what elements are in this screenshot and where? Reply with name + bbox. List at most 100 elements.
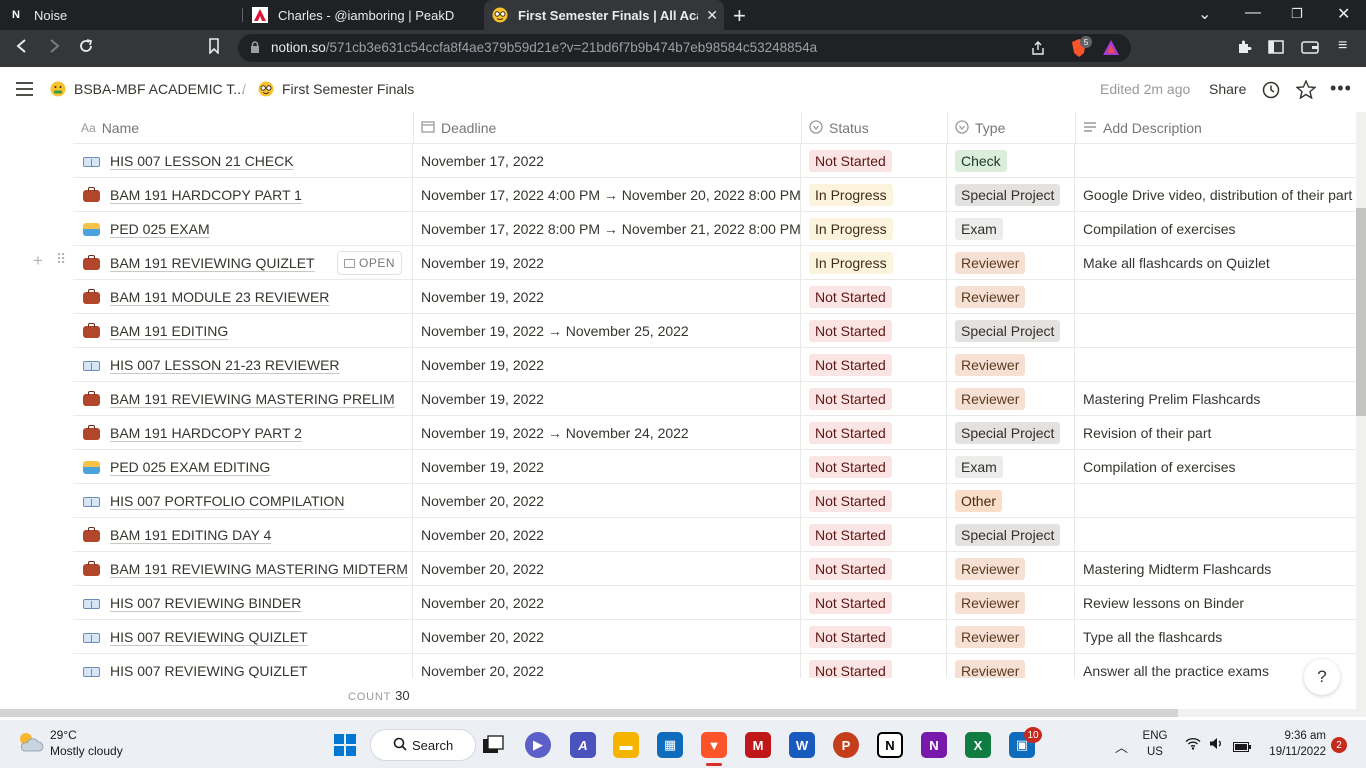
cell-deadline[interactable]: November 20, 2022 <box>413 518 801 552</box>
file-explorer-icon[interactable]: ▬ <box>613 732 639 758</box>
cell-type[interactable]: Special Project <box>947 314 1075 348</box>
row-name[interactable]: HIS 007 REVIEWING QUIZLET <box>110 629 308 645</box>
cell-status[interactable]: In Progress <box>801 212 947 246</box>
weather-description[interactable]: Mostly cloudy <box>50 744 123 758</box>
vertical-scrollbar-thumb[interactable] <box>1356 208 1366 416</box>
cell-description[interactable]: Type all the flashcards <box>1075 620 1366 654</box>
cell-deadline[interactable]: November 19, 2022 <box>413 348 801 382</box>
new-tab-button[interactable]: + <box>733 3 746 29</box>
cell-type[interactable]: Reviewer <box>947 552 1075 586</box>
bookmark-icon[interactable] <box>208 38 220 59</box>
table-row[interactable]: HIS 007 PORTFOLIO COMPILATION November 20… <box>73 484 1366 518</box>
windows-start-icon[interactable] <box>332 732 358 758</box>
cell-description[interactable] <box>1075 348 1366 382</box>
cell-status[interactable]: Not Started <box>801 518 947 552</box>
cell-description[interactable]: Compilation of exercises <box>1075 450 1366 484</box>
row-name[interactable]: PED 025 EXAM EDITING <box>110 459 270 475</box>
taskbar-search-button[interactable]: Search <box>370 729 476 761</box>
teams-chat-icon[interactable]: ▶ <box>525 732 551 758</box>
cell-name[interactable]: BAM 191 EDITING DAY 4 <box>73 518 413 552</box>
cell-deadline[interactable]: November 20, 2022 <box>413 620 801 654</box>
weather-cloudy-icon[interactable] <box>16 730 44 759</box>
cell-name[interactable]: HIS 007 REVIEWING QUIZLET <box>73 620 413 654</box>
cell-type[interactable]: Special Project <box>947 178 1075 212</box>
brave-browser-icon[interactable]: ▼ <box>701 732 727 758</box>
cell-type[interactable]: Check <box>947 144 1075 178</box>
cell-type[interactable]: Other <box>947 484 1075 518</box>
cell-name[interactable]: HIS 007 REVIEWING BINDER <box>73 586 413 620</box>
cell-description[interactable] <box>1075 484 1366 518</box>
extensions-icon[interactable] <box>1236 39 1252 59</box>
table-row[interactable]: BAM 191 HARDCOPY PART 1 November 17, 2022… <box>73 178 1366 212</box>
cell-deadline[interactable]: November 20, 2022 <box>413 484 801 518</box>
close-tab-icon[interactable]: ✕ <box>706 7 718 24</box>
cell-name[interactable]: HIS 007 LESSON 21 CHECK <box>73 144 413 178</box>
powerpoint-icon[interactable]: P <box>833 732 859 758</box>
cell-status[interactable]: Not Started <box>801 382 947 416</box>
cell-status[interactable]: Not Started <box>801 314 947 348</box>
open-row-button[interactable]: OPEN <box>337 251 403 275</box>
cell-name[interactable]: BAM 191 HARDCOPY PART 1 <box>73 178 413 212</box>
horizontal-scrollbar-thumb[interactable] <box>0 709 1178 717</box>
word-icon[interactable]: W <box>789 732 815 758</box>
cell-type[interactable]: Reviewer <box>947 620 1075 654</box>
cell-status[interactable]: Not Started <box>801 144 947 178</box>
cell-deadline[interactable]: November 20, 2022 <box>413 654 801 678</box>
cell-description[interactable]: Make all flashcards on Quizlet <box>1075 246 1366 280</box>
cell-description[interactable] <box>1075 144 1366 178</box>
table-row[interactable]: HIS 007 LESSON 21-23 REVIEWER November 19… <box>73 348 1366 382</box>
column-header-name[interactable]: Aa Name <box>73 112 139 144</box>
row-name[interactable]: HIS 007 PORTFOLIO COMPILATION <box>110 493 344 509</box>
show-hidden-icons-chevron-icon[interactable]: ︿ <box>1115 737 1128 756</box>
cell-description[interactable] <box>1075 314 1366 348</box>
cell-type[interactable]: Reviewer <box>947 280 1075 314</box>
table-row[interactable]: BAM 191 MODULE 23 REVIEWER November 19, 2… <box>73 280 1366 314</box>
favorite-star-icon[interactable] <box>1295 79 1317 104</box>
cell-name[interactable]: HIS 007 PORTFOLIO COMPILATION <box>73 484 413 518</box>
cell-status[interactable]: Not Started <box>801 552 947 586</box>
add-row-plus-icon[interactable]: + <box>33 251 43 271</box>
table-row[interactable]: BAM 191 HARDCOPY PART 2 November 19, 2022… <box>73 416 1366 450</box>
column-header-status[interactable]: Status <box>801 112 869 144</box>
volume-icon[interactable] <box>1209 737 1223 755</box>
language-region[interactable]: US <box>1140 746 1170 758</box>
cell-type[interactable]: Reviewer <box>947 348 1075 382</box>
tab-peakd[interactable]: Charles - @iamboring | PeakD <box>244 0 482 30</box>
notion-app-icon[interactable]: N <box>877 732 903 758</box>
brave-rewards-icon[interactable] <box>1102 39 1120 61</box>
table-row[interactable]: BAM 191 REVIEWING MASTERING PRELIM Novemb… <box>73 382 1366 416</box>
cell-deadline[interactable]: November 19, 2022 <box>413 280 801 314</box>
row-name[interactable]: PED 025 EXAM <box>110 221 210 237</box>
help-button[interactable]: ? <box>1304 659 1340 695</box>
address-bar[interactable]: notion.so/571cb3e631c54ccfa8f4ae379b59d2… <box>238 34 1131 62</box>
cell-deadline[interactable]: November 17, 2022 <box>413 144 801 178</box>
table-row[interactable]: BAM 191 EDITING DAY 4 November 20, 2022 No… <box>73 518 1366 552</box>
cell-type[interactable]: Exam <box>947 450 1075 484</box>
history-clock-icon[interactable] <box>1262 81 1280 104</box>
restore-button[interactable]: ❐ <box>1291 6 1303 22</box>
cell-status[interactable]: In Progress <box>801 246 947 280</box>
row-name[interactable]: HIS 007 LESSON 21 CHECK <box>110 153 294 169</box>
row-name[interactable]: BAM 191 MODULE 23 REVIEWER <box>110 289 329 305</box>
tab-first-semester-finals[interactable]: First Semester Finals | All Academ ✕ <box>484 0 724 30</box>
mcafee-icon[interactable]: M <box>745 732 771 758</box>
wifi-icon[interactable] <box>1185 737 1201 755</box>
cell-deadline[interactable]: November 20, 2022 <box>413 586 801 620</box>
cell-type[interactable]: Special Project <box>947 416 1075 450</box>
notion-calendar-icon[interactable]: A <box>570 732 596 758</box>
row-name[interactable]: HIS 007 REVIEWING QUIZLET <box>110 663 308 678</box>
notification-count-badge[interactable]: 2 <box>1331 737 1347 753</box>
table-row[interactable]: BAM 191 EDITING November 19, 2022 → Novem… <box>73 314 1366 348</box>
cell-name[interactable]: BAM 191 REVIEWING QUIZLET OPEN <box>73 246 413 280</box>
wallet-icon[interactable] <box>1301 39 1319 59</box>
minimize-button[interactable]: — <box>1245 4 1261 22</box>
row-name[interactable]: BAM 191 REVIEWING QUIZLET <box>110 255 315 271</box>
sidebar-toggle-icon[interactable] <box>1268 39 1284 59</box>
cell-status[interactable]: Not Started <box>801 654 947 678</box>
drag-handle-icon[interactable]: ⠿ <box>56 251 66 268</box>
cell-type[interactable]: Reviewer <box>947 586 1075 620</box>
breadcrumb-page[interactable]: First Semester Finals <box>258 81 414 97</box>
back-button[interactable] <box>15 38 29 59</box>
row-name[interactable]: BAM 191 EDITING <box>110 323 228 339</box>
cell-name[interactable]: HIS 007 REVIEWING QUIZLET <box>73 654 413 678</box>
